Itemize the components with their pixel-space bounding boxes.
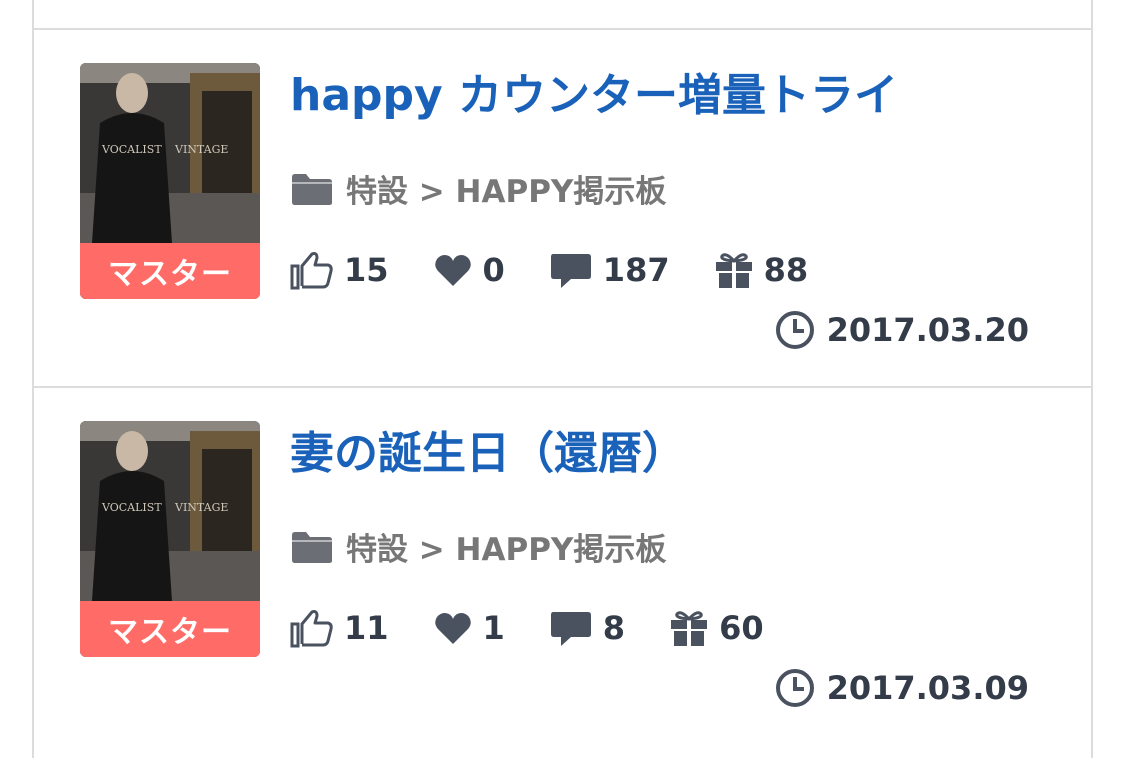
post-thumbnail[interactable]: VOCALIST VINTAGE マスター <box>80 421 260 657</box>
favorites-count: 0 <box>482 251 505 289</box>
gifts-stat[interactable]: 60 <box>669 608 764 648</box>
comments-count: 8 <box>602 609 626 647</box>
gift-icon <box>671 611 708 646</box>
folder-icon <box>292 531 332 563</box>
post-list: VOCALIST VINTAGE マスター happy カウンター増量トライ 特… <box>32 0 1093 758</box>
post-date: 2017.03.09 <box>775 668 1029 708</box>
favorites-count: 1 <box>482 609 505 647</box>
gifts-stat[interactable]: 88 <box>714 250 809 290</box>
category-label: 特設 > HAPPY掲示板 <box>346 174 667 210</box>
post-stats: 11 1 8 60 <box>290 608 808 648</box>
heart-icon <box>434 255 471 286</box>
comments-stat[interactable]: 187 <box>549 250 670 290</box>
comments-count: 187 <box>602 251 670 289</box>
post-stats: 15 0 187 88 <box>290 250 852 290</box>
role-badge: マスター <box>80 601 260 657</box>
likes-count: 15 <box>344 251 389 289</box>
svg-text:VOCALIST: VOCALIST <box>101 501 162 514</box>
post-category[interactable]: 特設 > HAPPY掲示板 <box>290 166 666 211</box>
comments-stat[interactable]: 8 <box>549 608 625 648</box>
likes-stat[interactable]: 11 <box>290 608 389 648</box>
favorites-stat[interactable]: 0 <box>433 251 505 289</box>
likes-count: 11 <box>344 609 389 647</box>
heart-icon <box>434 613 471 644</box>
svg-text:VOCALIST: VOCALIST <box>101 143 162 156</box>
thumbs-up-icon <box>290 252 333 290</box>
gifts-count: 60 <box>719 609 764 647</box>
post-title[interactable]: happy カウンター増量トライ <box>290 70 898 122</box>
svg-text:VINTAGE: VINTAGE <box>174 143 228 156</box>
date-text: 2017.03.20 <box>826 311 1029 349</box>
svg-text:VINTAGE: VINTAGE <box>174 501 228 514</box>
date-text: 2017.03.09 <box>826 669 1029 707</box>
post-item[interactable]: VOCALIST VINTAGE マスター 妻の誕生日（還暦） 特設 > HAP… <box>34 388 1091 746</box>
folder-icon <box>292 173 332 205</box>
comment-icon <box>550 612 591 646</box>
favorites-stat[interactable]: 1 <box>433 609 505 647</box>
likes-stat[interactable]: 15 <box>290 250 389 290</box>
clock-icon <box>775 669 814 707</box>
clock-icon <box>775 311 814 349</box>
post-thumbnail[interactable]: VOCALIST VINTAGE マスター <box>80 63 260 299</box>
category-label: 特設 > HAPPY掲示板 <box>346 532 667 568</box>
post-category[interactable]: 特設 > HAPPY掲示板 <box>290 524 666 569</box>
role-badge: マスター <box>80 243 260 299</box>
album-cover-image: VOCALIST VINTAGE <box>80 63 260 243</box>
comment-icon <box>550 254 591 288</box>
post-title[interactable]: 妻の誕生日（還暦） <box>290 428 686 480</box>
post-item[interactable]: VOCALIST VINTAGE マスター happy カウンター増量トライ 特… <box>34 30 1091 388</box>
post-date: 2017.03.20 <box>775 310 1029 350</box>
album-cover-image: VOCALIST VINTAGE <box>80 421 260 601</box>
gift-icon <box>715 253 752 288</box>
thumbs-up-icon <box>290 610 333 648</box>
gifts-count: 88 <box>763 251 809 289</box>
